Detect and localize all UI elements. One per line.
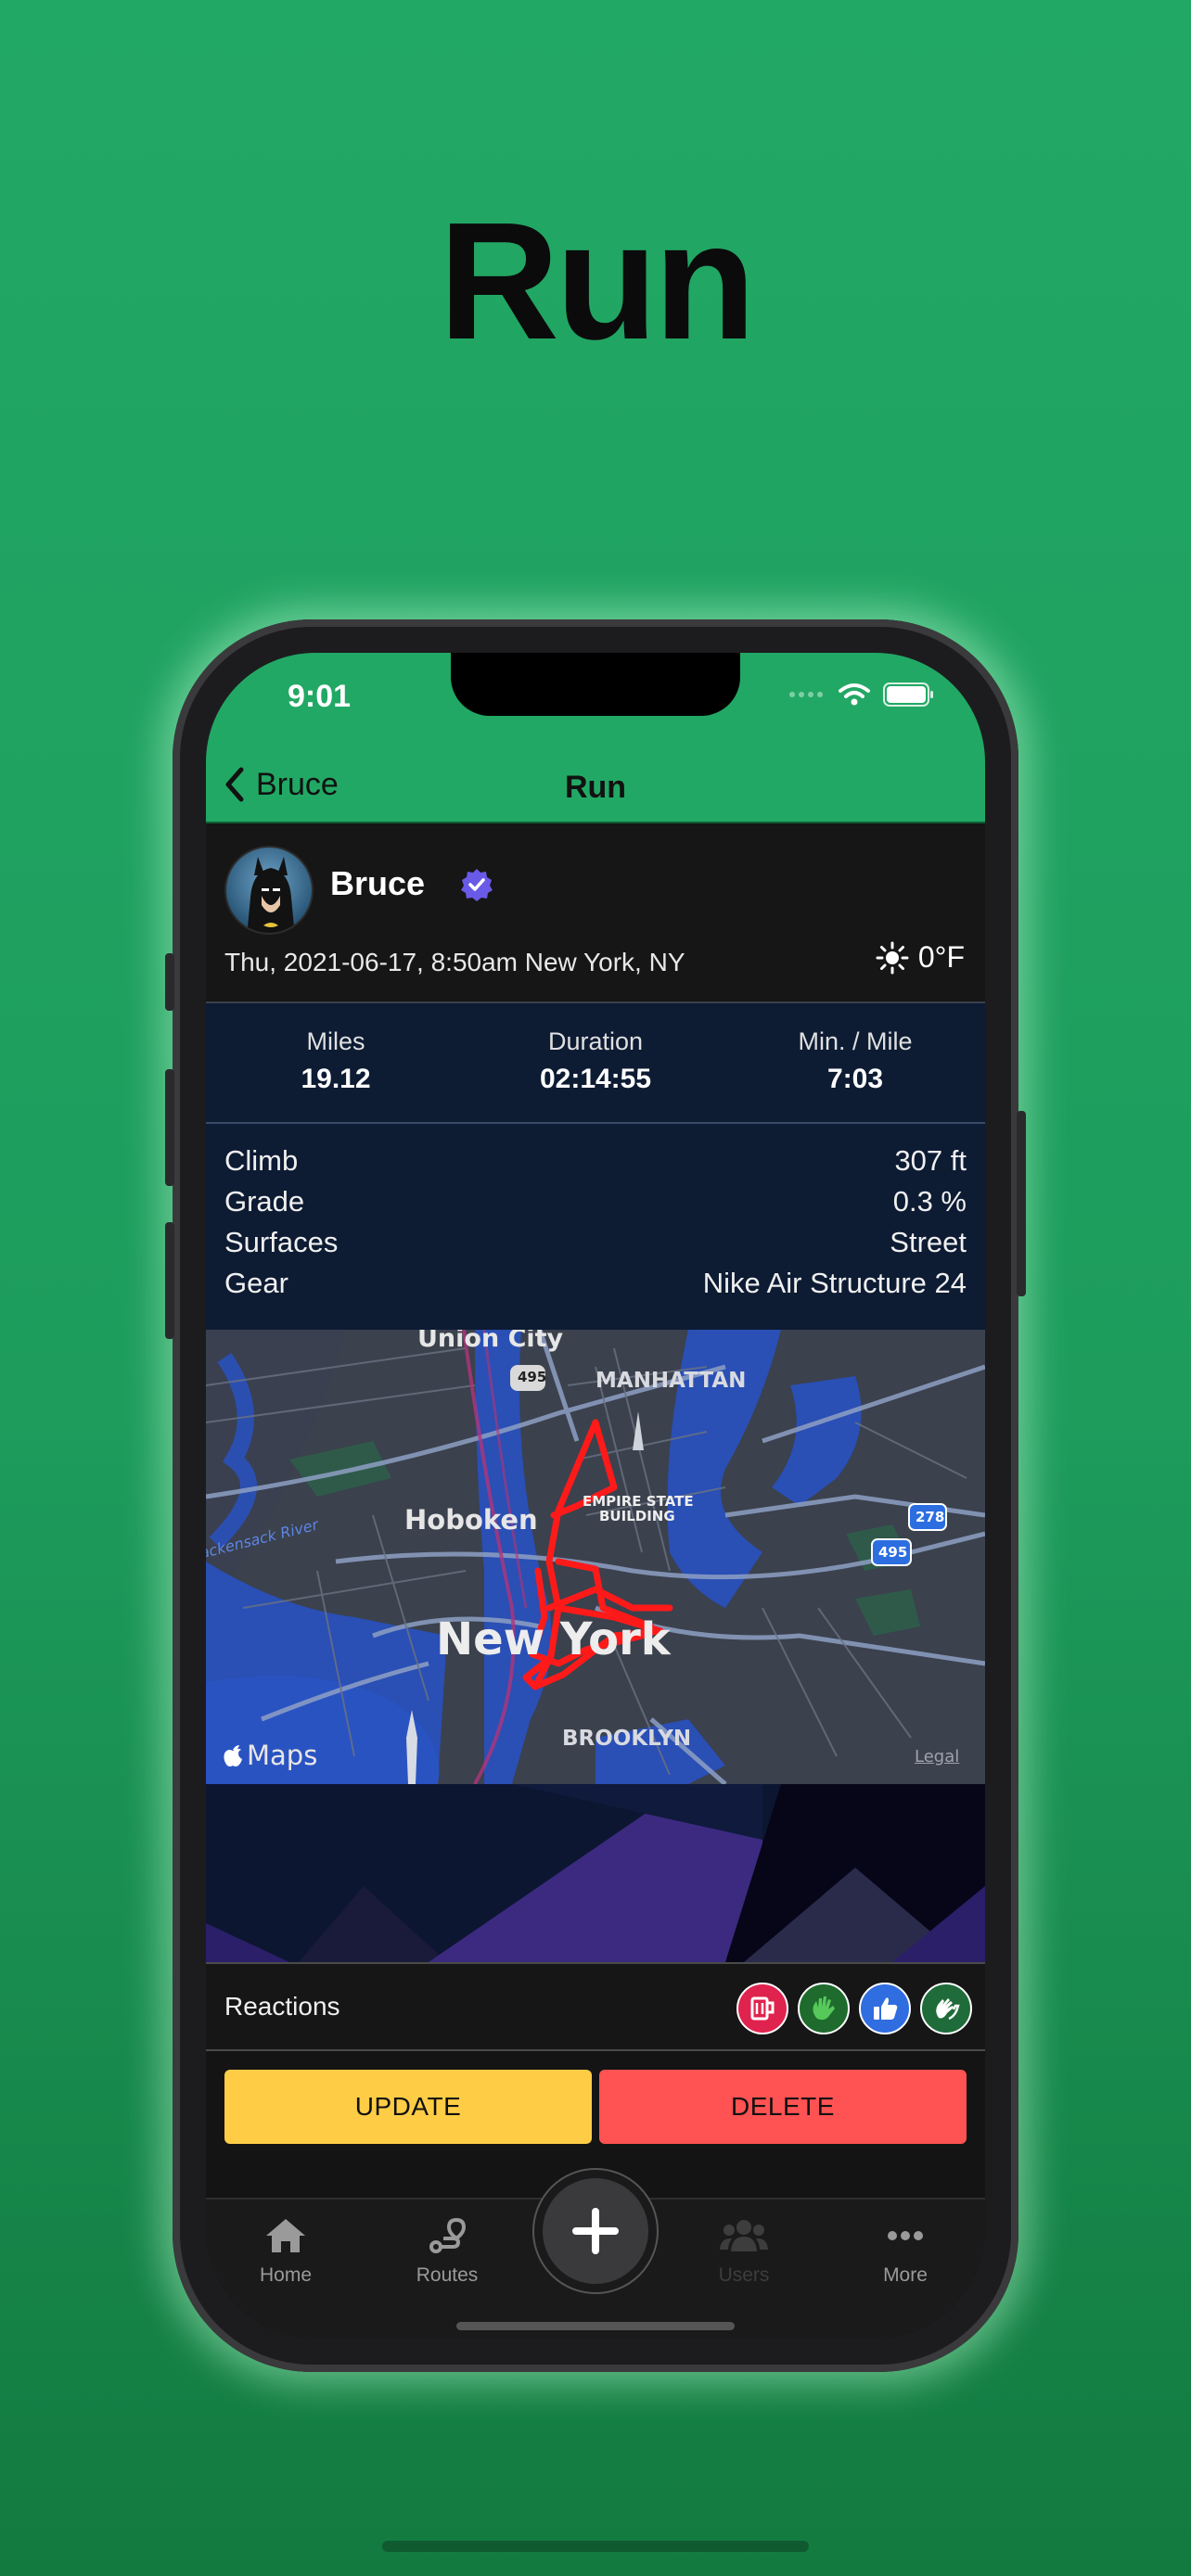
plus-icon: [572, 2208, 619, 2254]
highway-495-east-label: 495: [878, 1544, 908, 1561]
detail-key: Climb: [224, 1144, 299, 1177]
add-run-button-inner: [543, 2178, 648, 2284]
power-button: [1017, 1111, 1026, 1296]
navigation-bar: Bruce Run: [206, 755, 985, 823]
more-icon: [888, 2231, 923, 2240]
stat-value: 02:14:55: [539, 1064, 652, 1094]
batman-avatar-image: [247, 857, 295, 933]
thumbs-up-icon: [874, 1997, 898, 2020]
phone-frame: 9:01 Bruce Run Bruce Thu, 2021-06-17, 8:…: [165, 619, 1026, 2372]
detail-key: Gear: [224, 1267, 288, 1299]
decorative-banner: [206, 1784, 985, 1962]
react-thumbs-up-button[interactable]: [859, 1983, 911, 2034]
detail-key: Grade: [224, 1185, 305, 1218]
stat-pace: Min. / Mile 7:03: [725, 1027, 985, 1095]
detail-row-gear: Gear Nike Air Structure 24: [224, 1267, 967, 1307]
add-run-button[interactable]: [532, 2168, 659, 2294]
profile-header: Bruce Thu, 2021-06-17, 8:50am New York, …: [206, 823, 985, 1003]
delete-button[interactable]: DELETE: [599, 2070, 967, 2144]
detail-row-surfaces: Surfaces Street: [224, 1226, 967, 1267]
map-label-hoboken: Hoboken: [404, 1504, 538, 1536]
map-label-building: BUILDING: [599, 1508, 675, 1524]
volume-down-button: [165, 1222, 174, 1339]
detail-row-climb: Climb 307 ft: [224, 1144, 967, 1185]
stat-miles: Miles 19.12: [206, 1027, 466, 1095]
detail-row-grade: Grade 0.3 %: [224, 1185, 967, 1226]
route-icon: [429, 2217, 467, 2253]
map-tiles: [206, 1330, 985, 1784]
maps-attribution: Maps: [223, 1740, 317, 1771]
update-button[interactable]: UPDATE: [224, 2070, 592, 2144]
tab-label: Users: [718, 2264, 770, 2286]
detail-value: Nike Air Structure 24: [702, 1267, 967, 1299]
detail-value: 0.3 %: [892, 1185, 967, 1218]
avatar[interactable]: [224, 846, 314, 935]
highway-278-label: 278: [916, 1509, 945, 1525]
mountain-graphic: [206, 1784, 985, 1962]
temperature: 0°F: [917, 940, 965, 974]
react-wave-button[interactable]: [798, 1983, 850, 2034]
tab-label: More: [883, 2264, 928, 2286]
volume-up-button: [165, 1069, 174, 1186]
user-name[interactable]: Bruce: [330, 864, 425, 903]
detail-value: 307 ft: [894, 1144, 967, 1177]
react-beer-button[interactable]: [736, 1983, 788, 2034]
clapping-hands-icon: [936, 1998, 960, 2021]
route-map[interactable]: Union City MANHATTAN Hoboken EMPIRE STAT…: [206, 1330, 985, 1784]
page-headline: Run: [439, 188, 756, 375]
stat-label: Min. / Mile: [798, 1027, 913, 1055]
tab-label: Home: [259, 2264, 313, 2286]
stat-duration: Duration 02:14:55: [466, 1027, 725, 1095]
map-label-manhattan: MANHATTAN: [596, 1369, 747, 1393]
tab-users[interactable]: Users: [688, 2216, 800, 2287]
reactions-label: Reactions: [224, 1992, 340, 2021]
run-date-location: Thu, 2021-06-17, 8:50am New York, NY: [224, 948, 685, 976]
map-legal-link[interactable]: Legal: [915, 1747, 959, 1766]
tab-home[interactable]: Home: [230, 2216, 341, 2287]
status-time: 9:01: [288, 679, 352, 714]
notch: [451, 653, 740, 716]
apple-logo-icon: [224, 1745, 242, 1766]
signal-icon: [789, 692, 823, 697]
react-clap-button[interactable]: [920, 1983, 972, 2034]
sun-icon: [876, 941, 909, 974]
stat-label: Duration: [547, 1027, 644, 1055]
waving-hand-icon: [813, 1996, 835, 2021]
reactions-bar: Reactions: [206, 1962, 985, 2051]
map-label-new-york: New York: [436, 1613, 671, 1665]
tab-more[interactable]: More: [850, 2216, 961, 2287]
detail-key: Surfaces: [224, 1226, 339, 1258]
run-stats: Miles 19.12 Duration 02:14:55 Min. / Mil…: [206, 1003, 985, 1124]
status-icons: [788, 682, 935, 707]
users-icon: [720, 2220, 768, 2251]
home-indicator: [456, 2322, 735, 2330]
nav-title: Run: [564, 770, 627, 805]
map-label-union-city: Union City: [417, 1330, 564, 1353]
maps-attribution-text: Maps: [247, 1740, 318, 1771]
run-details: Climb 307 ft Grade 0.3 % Surfaces Street…: [206, 1124, 985, 1330]
weather: 0°F: [876, 940, 965, 975]
battery-icon: [883, 682, 933, 707]
highway-495-north-label: 495: [518, 1369, 547, 1385]
stat-value: 19.12: [301, 1064, 371, 1094]
tab-label: Routes: [416, 2264, 479, 2286]
verified-badge-icon: [461, 869, 493, 901]
stat-label: Miles: [306, 1027, 365, 1055]
home-icon: [266, 2219, 305, 2252]
stat-value: 7:03: [826, 1064, 884, 1094]
map-label-brooklyn: BROOKLYN: [562, 1727, 692, 1751]
beer-mug-icon: [750, 1996, 775, 2021]
phone-screen: 9:01 Bruce Run Bruce Thu, 2021-06-17, 8:…: [206, 653, 985, 2339]
page-indicator: [382, 2541, 809, 2552]
tab-routes[interactable]: Routes: [391, 2216, 503, 2287]
detail-value: Street: [890, 1226, 967, 1258]
wifi-icon: [839, 683, 870, 706]
mute-switch: [165, 953, 174, 1011]
